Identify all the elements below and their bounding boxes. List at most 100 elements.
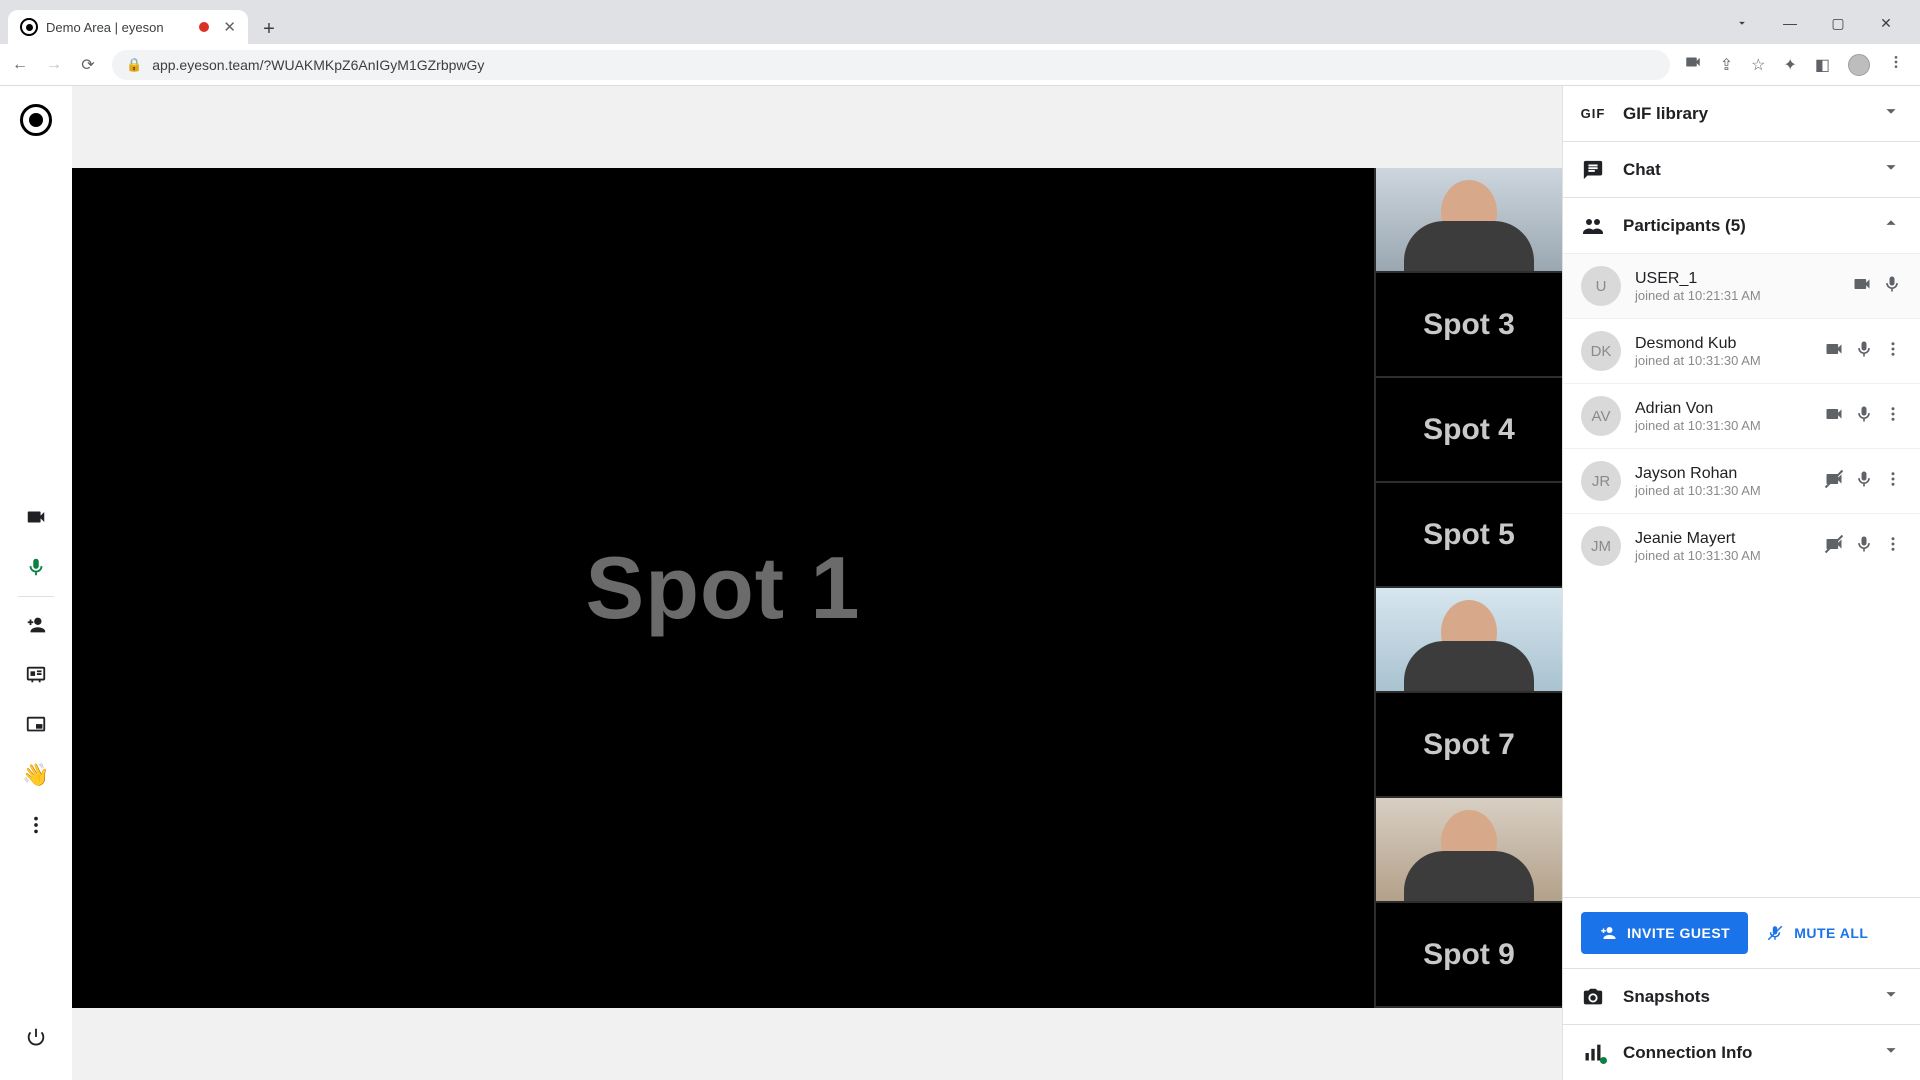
participant-camera-icon[interactable]: [1824, 534, 1844, 559]
sidepanel-icon[interactable]: ◧: [1815, 55, 1830, 75]
address-bar[interactable]: 🔒 app.eyeson.team/?WUAKMKpZ6AnIGyM1GZrbp…: [112, 50, 1670, 80]
gif-library-section[interactable]: GIF GIF library: [1563, 86, 1920, 142]
nav-back-button[interactable]: ←: [10, 55, 30, 75]
main-spot-label: Spot 1: [586, 537, 861, 639]
browser-menu-icon[interactable]: [1888, 54, 1904, 75]
spot-label: Spot 3: [1423, 308, 1515, 342]
tab-search-icon[interactable]: [1720, 8, 1764, 38]
participant-join-time: joined at 10:31:30 AM: [1635, 483, 1761, 498]
video-thumbnail[interactable]: [1374, 168, 1562, 273]
nav-forward-button[interactable]: →: [44, 55, 64, 75]
participants-section: Participants (5) U USER_1joined at 10:21:…: [1563, 198, 1920, 969]
bars-icon: [1581, 1043, 1605, 1063]
participant-more-icon[interactable]: [1884, 470, 1902, 493]
toggle-microphone-button[interactable]: [15, 546, 57, 588]
browser-toolbar: ← → ⟳ 🔒 app.eyeson.team/?WUAKMKpZ6AnIGyM…: [0, 44, 1920, 86]
participant-join-time: joined at 10:31:30 AM: [1635, 418, 1761, 433]
chevron-down-icon: [1880, 100, 1902, 127]
connection-info-label: Connection Info: [1623, 1043, 1752, 1063]
spot-label: Spot 4: [1423, 413, 1515, 447]
empty-spot[interactable]: Spot 5: [1374, 483, 1562, 588]
browser-tab[interactable]: Demo Area | eyeson ✕: [8, 10, 248, 44]
empty-spot[interactable]: Spot 9: [1374, 903, 1562, 1008]
bookmark-icon[interactable]: ☆: [1751, 55, 1765, 75]
empty-spot[interactable]: Spot 4: [1374, 378, 1562, 483]
participant-mic-icon[interactable]: [1854, 339, 1874, 364]
participant-avatar: U: [1581, 266, 1621, 306]
participant-camera-icon[interactable]: [1852, 274, 1872, 299]
participant-camera-icon[interactable]: [1824, 469, 1844, 494]
leave-call-button[interactable]: [15, 1016, 57, 1058]
media-indicator-icon[interactable]: [1684, 53, 1702, 76]
pip-button[interactable]: [15, 704, 57, 746]
empty-spot[interactable]: Spot 7: [1374, 693, 1562, 798]
participant-name: USER_1: [1635, 270, 1761, 288]
participant-mic-icon[interactable]: [1882, 274, 1902, 299]
participant-more-icon[interactable]: [1884, 535, 1902, 558]
connection-info-section[interactable]: Connection Info: [1563, 1025, 1920, 1080]
tab-favicon: [20, 18, 38, 36]
participant-more-icon[interactable]: [1884, 405, 1902, 428]
main-video-slot[interactable]: Spot 1: [72, 168, 1374, 1008]
extensions-icon[interactable]: ✦: [1783, 55, 1796, 75]
participant-join-time: joined at 10:21:31 AM: [1635, 288, 1761, 303]
video-thumbnail[interactable]: [1374, 798, 1562, 903]
snapshots-section[interactable]: Snapshots: [1563, 969, 1920, 1025]
participant-row: JM Jeanie Mayertjoined at 10:31:30 AM: [1563, 513, 1920, 578]
present-button[interactable]: [15, 654, 57, 696]
participant-row: JRJayson Rohanjoined at 10:31:30 AM: [1563, 448, 1920, 513]
share-icon[interactable]: ⇪: [1720, 55, 1733, 75]
reactions-button[interactable]: 👋: [15, 754, 57, 796]
participant-name: Jeanie Mayert: [1635, 530, 1761, 548]
new-tab-button[interactable]: +: [254, 14, 284, 44]
participant-join-time: joined at 10:31:30 AM: [1635, 548, 1761, 563]
participant-camera-icon[interactable]: [1824, 339, 1844, 364]
profile-avatar[interactable]: [1848, 54, 1870, 76]
nav-reload-button[interactable]: ⟳: [78, 55, 98, 75]
participant-join-time: joined at 10:31:30 AM: [1635, 353, 1761, 368]
participant-mic-icon[interactable]: [1854, 469, 1874, 494]
right-sidebar: GIF GIF library Chat Participants (5): [1562, 86, 1920, 1080]
participant-avatar: DK: [1581, 331, 1621, 371]
chevron-down-icon: [1880, 1039, 1902, 1066]
close-tab-icon[interactable]: ✕: [223, 18, 236, 36]
spot-label: Spot 9: [1423, 938, 1515, 972]
video-thumbnail[interactable]: [1374, 588, 1562, 693]
participant-mic-icon[interactable]: [1854, 534, 1874, 559]
chevron-down-icon: [1880, 156, 1902, 183]
participant-avatar: AV: [1581, 396, 1621, 436]
participant-row: DKDesmond Kubjoined at 10:31:30 AM: [1563, 318, 1920, 383]
add-participant-button[interactable]: [15, 604, 57, 646]
invite-guest-label: INVITE GUEST: [1627, 925, 1730, 941]
browser-tabstrip: Demo Area | eyeson ✕ + — ▢ ✕: [0, 0, 1920, 44]
participant-mic-icon[interactable]: [1854, 404, 1874, 429]
chevron-down-icon: [1880, 983, 1902, 1010]
participant-name: Jayson Rohan: [1635, 465, 1761, 483]
spot-label: Spot 7: [1423, 728, 1515, 762]
stage-area: Spot 1 Spot 3 Spot 4 Spot 5 Spot 7 Spot 9: [72, 86, 1562, 1080]
participant-name: Adrian Von: [1635, 400, 1761, 418]
participant-more-icon[interactable]: [1884, 340, 1902, 363]
mute-all-button[interactable]: MUTE ALL: [1766, 924, 1868, 942]
window-maximize-button[interactable]: ▢: [1816, 8, 1860, 38]
snapshots-label: Snapshots: [1623, 987, 1710, 1007]
empty-spot[interactable]: Spot 3: [1374, 273, 1562, 378]
mute-all-label: MUTE ALL: [1794, 925, 1868, 941]
gif-icon: GIF: [1581, 106, 1605, 121]
invite-guest-button[interactable]: INVITE GUEST: [1581, 912, 1748, 954]
chat-section[interactable]: Chat: [1563, 142, 1920, 198]
camera-icon: [1581, 986, 1605, 1008]
participants-label: Participants (5): [1623, 216, 1746, 236]
eyeson-logo: [20, 104, 52, 136]
recording-indicator-icon: [199, 22, 209, 32]
toggle-camera-button[interactable]: [15, 496, 57, 538]
spot-label: Spot 5: [1423, 518, 1515, 552]
window-close-button[interactable]: ✕: [1864, 8, 1908, 38]
window-minimize-button[interactable]: —: [1768, 8, 1812, 38]
more-options-button[interactable]: [15, 804, 57, 846]
participant-camera-icon[interactable]: [1824, 404, 1844, 429]
url-text: app.eyeson.team/?WUAKMKpZ6AnIGyM1GZrbpwG…: [152, 57, 484, 73]
participants-header[interactable]: Participants (5): [1563, 198, 1920, 253]
participant-avatar: JM: [1581, 526, 1621, 566]
chevron-up-icon: [1880, 212, 1902, 239]
